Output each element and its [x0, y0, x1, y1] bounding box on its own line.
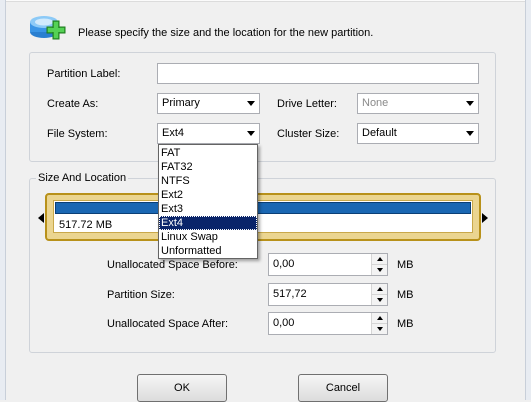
chevron-down-icon [242, 124, 259, 143]
spin-up-icon[interactable] [372, 313, 387, 324]
dropdown-option[interactable]: NTFS [159, 174, 257, 188]
partition-label-input[interactable] [157, 63, 479, 84]
spin-up-icon[interactable] [372, 254, 387, 265]
dropdown-option[interactable]: Unformatted [159, 244, 257, 258]
drive-letter-select[interactable]: None [357, 93, 479, 114]
unit-label: MB [397, 259, 414, 271]
unallocated-before-spinbox[interactable]: 0,00 [268, 253, 388, 276]
partition-fill-bar [55, 202, 471, 214]
partition-size-spinbox[interactable]: 517,72 [268, 283, 388, 306]
dropdown-option[interactable]: FAT [159, 146, 257, 160]
dropdown-option[interactable]: Ext2 [159, 188, 257, 202]
unallocated-after-label: Unallocated Space After: [107, 318, 229, 330]
drive-letter-label: Drive Letter: [277, 98, 337, 110]
file-system-label: File System: [47, 128, 108, 140]
file-system-dropdown-list: FAT FAT32 NTFS Ext2 Ext3 Ext4 Linux Swap Unform… [158, 144, 258, 259]
spin-down-icon[interactable] [372, 323, 387, 334]
ok-button[interactable]: OK [137, 374, 227, 402]
cancel-button[interactable]: Cancel [298, 374, 388, 402]
header-instruction: Please specify the size and the location… [78, 27, 374, 39]
dropdown-option[interactable]: Ext3 [159, 202, 257, 216]
partition-map-bar[interactable]: 517.72 MB [45, 193, 481, 241]
unallocated-after-spinbox[interactable]: 0,00 [268, 312, 388, 335]
partition-block[interactable]: 517.72 MB [53, 200, 473, 233]
partition-label-label: Partition Label: [47, 68, 121, 80]
unit-label: MB [397, 318, 414, 330]
window-top-edge [0, 0, 531, 2]
window-right-border [525, 0, 531, 400]
disk-add-icon [26, 10, 68, 46]
chevron-down-icon [461, 124, 478, 143]
chevron-down-icon [461, 94, 478, 113]
partition-size-text: 517.72 MB [59, 219, 113, 231]
right-resize-handle-icon[interactable] [482, 213, 488, 223]
dropdown-option[interactable]: Ext4 [159, 216, 257, 230]
window-left-border [0, 0, 6, 400]
left-resize-handle-icon[interactable] [38, 213, 44, 223]
cluster-size-label: Cluster Size: [277, 128, 340, 140]
partition-size-label: Partition Size: [107, 289, 175, 301]
spin-down-icon[interactable] [372, 294, 387, 305]
unit-label: MB [397, 289, 414, 301]
create-as-label: Create As: [47, 98, 99, 110]
dropdown-option[interactable]: FAT32 [159, 160, 257, 174]
unallocated-before-label: Unallocated Space Before: [107, 259, 238, 271]
create-as-select[interactable]: Primary [157, 93, 260, 114]
spin-down-icon[interactable] [372, 264, 387, 275]
dropdown-option[interactable]: Linux Swap [159, 230, 257, 244]
size-location-title: Size And Location [36, 172, 129, 184]
chevron-down-icon [242, 94, 259, 113]
cluster-size-select[interactable]: Default [357, 123, 479, 144]
spin-up-icon[interactable] [372, 284, 387, 295]
file-system-select[interactable]: Ext4 [157, 123, 260, 144]
